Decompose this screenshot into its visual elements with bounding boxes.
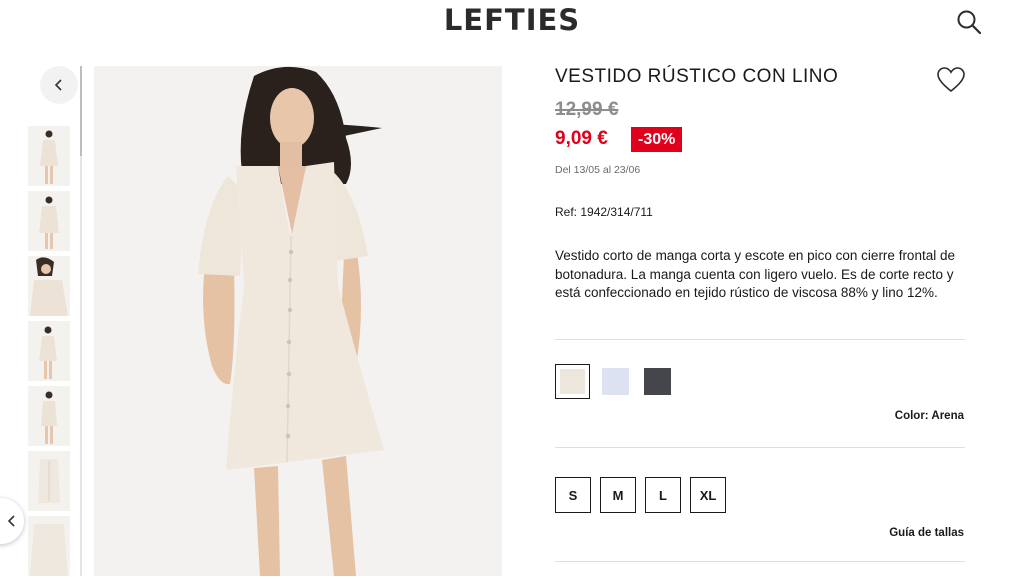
model-wearing-dress-illustration bbox=[198, 66, 384, 576]
size-option-m[interactable]: M bbox=[600, 477, 636, 513]
gallery-prev-button[interactable] bbox=[40, 66, 78, 104]
header: LEFTIES bbox=[0, 0, 1024, 46]
brand-logo[interactable]: LEFTIES bbox=[0, 3, 1024, 37]
selected-color-label: Color: Arena bbox=[894, 410, 964, 422]
thumbnail-4[interactable] bbox=[28, 321, 70, 381]
color-chip bbox=[644, 368, 671, 395]
divider bbox=[555, 447, 965, 448]
thumbnail-scrollbar-thumb[interactable] bbox=[80, 66, 82, 156]
sale-price: 9,09 € bbox=[555, 128, 608, 149]
thumbnail-6[interactable] bbox=[28, 451, 70, 511]
product-reference: Ref: 1942/314/711 bbox=[555, 205, 653, 219]
thumbnail-5[interactable] bbox=[28, 386, 70, 446]
promo-dates: Del 13/05 al 23/06 bbox=[555, 164, 641, 176]
color-swatch-charcoal[interactable] bbox=[640, 364, 675, 399]
thumbnail-2[interactable] bbox=[28, 191, 70, 251]
chevron-left-icon bbox=[54, 79, 62, 91]
product-title: VESTIDO RÚSTICO CON LINO bbox=[555, 66, 839, 87]
search-icon bbox=[957, 10, 982, 35]
favorite-button[interactable] bbox=[936, 66, 968, 96]
color-chip bbox=[560, 369, 585, 394]
thumbnail-7[interactable] bbox=[28, 516, 70, 576]
color-swatch-arena[interactable] bbox=[555, 364, 590, 399]
search-button[interactable] bbox=[955, 8, 983, 36]
original-price: 12,99 € bbox=[555, 99, 619, 120]
size-option-l[interactable]: L bbox=[645, 477, 681, 513]
chevron-left-icon bbox=[7, 515, 15, 527]
color-chip bbox=[602, 368, 629, 395]
discount-badge: -30% bbox=[631, 127, 683, 152]
product-main-image[interactable] bbox=[94, 66, 502, 576]
size-option-xl[interactable]: XL bbox=[690, 477, 726, 513]
page-prev-button[interactable] bbox=[0, 498, 24, 544]
thumbnail-list bbox=[28, 126, 70, 581]
divider bbox=[555, 561, 965, 562]
heart-icon bbox=[937, 67, 965, 93]
thumbnail-1[interactable] bbox=[28, 126, 70, 186]
color-swatch-light-blue[interactable] bbox=[598, 364, 633, 399]
size-option-s[interactable]: S bbox=[555, 477, 591, 513]
divider bbox=[555, 339, 965, 340]
size-guide-link[interactable]: Guía de tallas bbox=[889, 527, 964, 539]
product-description: Vestido corto de manga corta y escote en… bbox=[555, 248, 955, 300]
thumbnail-3[interactable] bbox=[28, 256, 70, 316]
